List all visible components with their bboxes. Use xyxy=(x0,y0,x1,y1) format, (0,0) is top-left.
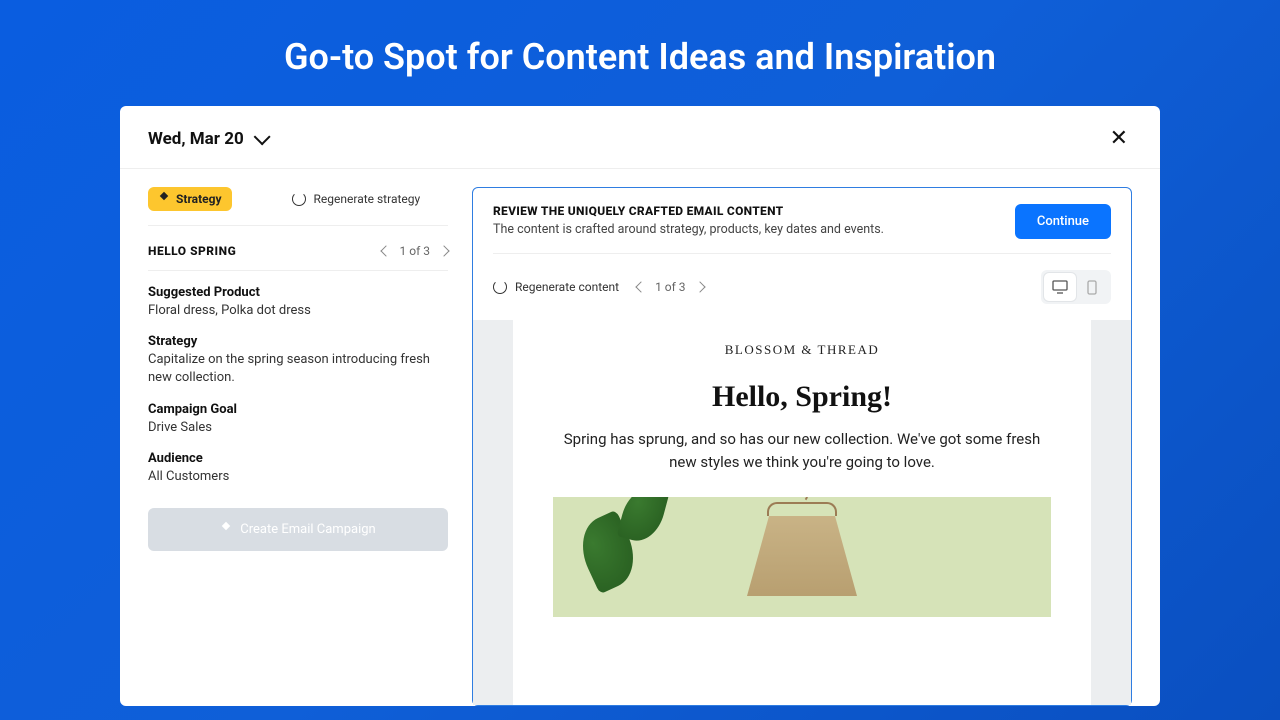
refresh-icon xyxy=(292,192,306,206)
strategy-label: Strategy xyxy=(148,334,448,349)
strategy-value: Capitalize on the spring season introduc… xyxy=(148,351,448,387)
main-panel: Wed, Mar 20 ✕ Strategy Regenerate strate… xyxy=(120,106,1160,706)
close-button[interactable]: ✕ xyxy=(1106,124,1132,154)
review-title: REVIEW THE UNIQUELY CRAFTED EMAIL CONTEN… xyxy=(493,204,884,218)
strategy-pager: 1 of 3 xyxy=(382,244,448,258)
refresh-icon xyxy=(493,280,507,294)
content-pager-next[interactable] xyxy=(694,281,705,292)
hero-title: Go-to Spot for Content Ideas and Inspira… xyxy=(0,0,1280,106)
mobile-view-button[interactable] xyxy=(1076,273,1108,301)
chevron-down-icon xyxy=(253,128,270,145)
regenerate-strategy-label: Regenerate strategy xyxy=(314,192,421,206)
audience-value: All Customers xyxy=(148,468,448,486)
goal-value: Drive Sales xyxy=(148,419,448,437)
date-picker[interactable]: Wed, Mar 20 xyxy=(148,129,266,149)
panel-body: Strategy Regenerate strategy HELLO SPRIN… xyxy=(120,169,1160,706)
desktop-icon xyxy=(1052,280,1068,294)
create-campaign-button[interactable]: Create Email Campaign xyxy=(148,508,448,551)
regenerate-strategy-button[interactable]: Regenerate strategy xyxy=(292,192,421,206)
mobile-icon xyxy=(1087,280,1097,295)
pager-prev[interactable] xyxy=(380,245,391,256)
product-value: Floral dress, Polka dot dress xyxy=(148,302,448,320)
content-pager-text: 1 of 3 xyxy=(655,280,685,294)
sparkle-icon xyxy=(158,193,170,205)
campaign-title: HELLO SPRING xyxy=(148,244,236,258)
email-hero-image xyxy=(553,497,1051,617)
pager-next[interactable] xyxy=(438,245,449,256)
content-pager: 1 of 3 xyxy=(637,280,703,294)
email-body-text: Spring has sprung, and so has our new co… xyxy=(553,428,1051,473)
desktop-view-button[interactable] xyxy=(1044,273,1076,301)
strategy-chip[interactable]: Strategy xyxy=(148,187,232,211)
view-toggle xyxy=(1041,270,1111,304)
strategy-chip-label: Strategy xyxy=(176,192,222,206)
content-pager-prev[interactable] xyxy=(635,281,646,292)
goal-label: Campaign Goal xyxy=(148,402,448,417)
close-icon: ✕ xyxy=(1110,126,1128,151)
content-review-panel: REVIEW THE UNIQUELY CRAFTED EMAIL CONTEN… xyxy=(472,187,1132,706)
date-label: Wed, Mar 20 xyxy=(148,129,244,149)
email-heading: Hello, Spring! xyxy=(553,380,1051,414)
continue-button[interactable]: Continue xyxy=(1015,204,1111,239)
pager-text: 1 of 3 xyxy=(400,244,430,258)
email-preview: BLOSSOM & THREAD Hello, Spring! Spring h… xyxy=(473,320,1131,705)
garment-on-hanger xyxy=(742,502,862,612)
review-subtitle: The content is crafted around strategy, … xyxy=(493,222,884,237)
regenerate-content-label: Regenerate content xyxy=(515,280,619,294)
email-brand: BLOSSOM & THREAD xyxy=(553,342,1051,358)
panel-header: Wed, Mar 20 ✕ xyxy=(120,106,1160,169)
strategy-sidebar: Strategy Regenerate strategy HELLO SPRIN… xyxy=(148,187,448,706)
audience-label: Audience xyxy=(148,451,448,466)
sparkle-icon xyxy=(220,523,232,535)
regenerate-content-button[interactable]: Regenerate content xyxy=(493,280,619,294)
create-campaign-label: Create Email Campaign xyxy=(240,522,375,537)
product-label: Suggested Product xyxy=(148,285,448,300)
